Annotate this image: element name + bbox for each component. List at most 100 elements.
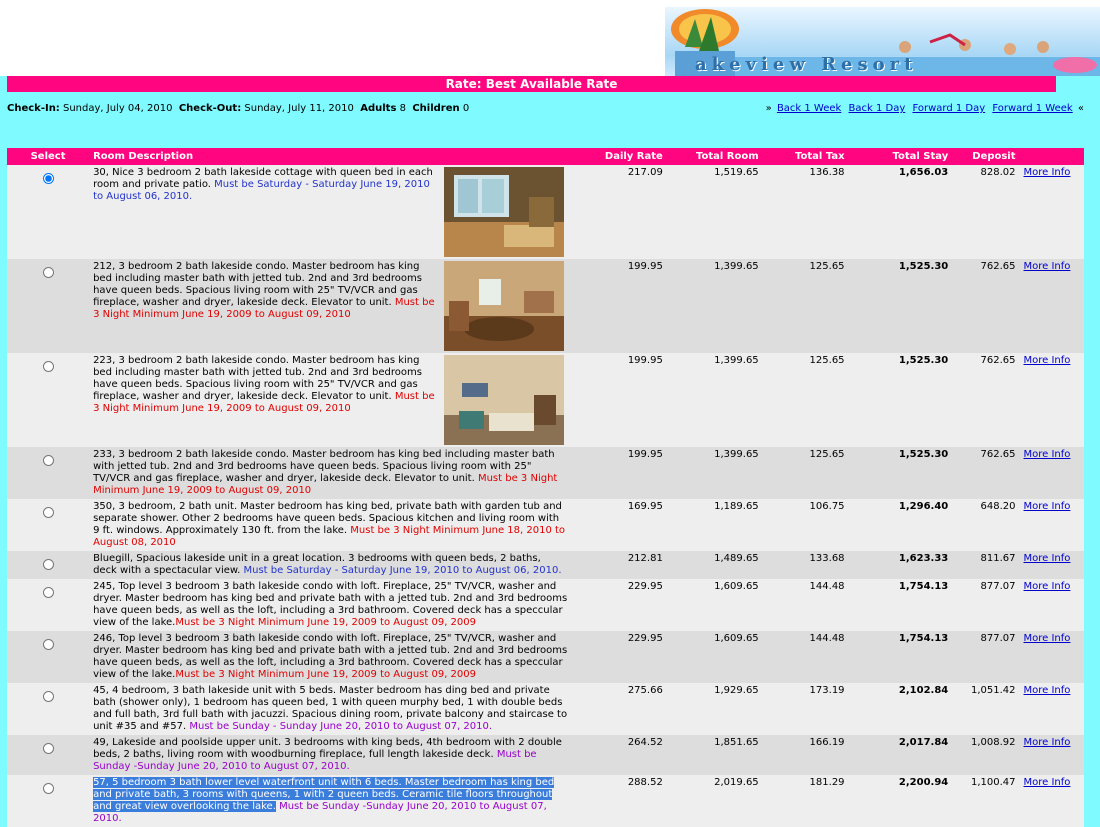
more-info-cell: More Info <box>1019 683 1084 735</box>
more-info-link[interactable]: More Info <box>1024 685 1071 696</box>
room-description-cell: 233, 3 bedroom 2 bath lakeside condo. Ma… <box>89 447 572 499</box>
total-tax: 125.65 <box>762 259 849 353</box>
col-total-stay: Total Stay <box>848 148 953 165</box>
more-info-link[interactable]: More Info <box>1024 553 1071 564</box>
daily-rate: 212.81 <box>571 551 667 579</box>
total-tax: 133.68 <box>762 551 849 579</box>
deposit: 828.02 <box>952 165 1020 259</box>
room-photo-image <box>443 167 564 257</box>
more-info-link[interactable]: More Info <box>1024 581 1071 592</box>
adults-label: Adults <box>360 103 397 114</box>
children-value: 0 <box>462 103 470 114</box>
checkin-label: Check-In: <box>7 103 60 114</box>
total-room: 1,489.65 <box>666 551 763 579</box>
daily-rate: 199.95 <box>571 353 667 447</box>
select-cell <box>7 683 90 735</box>
more-info-link[interactable]: More Info <box>1024 355 1071 366</box>
total-stay: 1,525.30 <box>848 353 953 447</box>
deposit: 762.65 <box>952 447 1020 499</box>
room-restriction-note: Must be 3 Night Minimum June 19, 2009 to… <box>175 669 477 680</box>
more-info-cell: More Info <box>1019 259 1084 353</box>
room-photo-image <box>443 261 564 351</box>
room-select-radio[interactable] <box>42 361 54 372</box>
daily-rate: 199.95 <box>571 259 667 353</box>
total-stay: 1,623.33 <box>848 551 953 579</box>
col-daily-rate: Daily Rate <box>571 148 667 165</box>
more-info-link[interactable]: More Info <box>1024 261 1071 272</box>
col-total-tax: Total Tax <box>762 148 849 165</box>
daily-rate: 199.95 <box>571 447 667 499</box>
daily-rate: 229.95 <box>571 631 667 683</box>
room-select-radio[interactable] <box>42 559 54 570</box>
nav-suffix: « <box>1077 103 1084 114</box>
room-select-radio[interactable] <box>42 691 54 702</box>
room-description: 212, 3 bedroom 2 bath lakeside condo. Ma… <box>93 261 422 308</box>
more-info-cell: More Info <box>1019 631 1084 683</box>
total-room: 1,189.65 <box>666 499 763 551</box>
total-tax: 166.19 <box>762 735 849 775</box>
total-room: 1,399.65 <box>666 447 763 499</box>
room-description-cell: 350, 3 bedroom, 2 bath unit. Master bedr… <box>89 499 572 551</box>
select-cell <box>7 353 90 447</box>
total-stay: 1,296.40 <box>848 499 953 551</box>
deposit: 1,051.42 <box>952 683 1020 735</box>
forward-1-day-link[interactable]: Forward 1 Day <box>912 103 985 114</box>
back-1-week-link[interactable]: Back 1 Week <box>777 103 841 114</box>
room-select-radio[interactable] <box>42 639 54 650</box>
back-1-day-link[interactable]: Back 1 Day <box>849 103 906 114</box>
room-select-radio[interactable] <box>42 173 54 184</box>
more-info-link[interactable]: More Info <box>1024 633 1071 644</box>
stay-info: Check-In: Sunday, July 04, 2010 Check-Ou… <box>7 103 469 114</box>
room-select-radio[interactable] <box>42 783 54 794</box>
room-restriction-note: Must be 3 Night Minimum June 19, 2009 to… <box>175 617 477 628</box>
table-row: 350, 3 bedroom, 2 bath unit. Master bedr… <box>7 499 1084 551</box>
total-room: 1,399.65 <box>666 259 763 353</box>
room-photo <box>443 355 564 445</box>
total-room: 1,609.65 <box>666 631 763 683</box>
more-info-link[interactable]: More Info <box>1024 777 1071 788</box>
total-stay: 1,525.30 <box>848 447 953 499</box>
room-restriction-note: Must be Sunday - Sunday June 20, 2010 to… <box>189 721 493 732</box>
deposit: 762.65 <box>952 259 1020 353</box>
total-stay: 2,017.84 <box>848 735 953 775</box>
more-info-link[interactable]: More Info <box>1024 167 1071 178</box>
select-cell <box>7 631 90 683</box>
more-info-link[interactable]: More Info <box>1024 449 1071 460</box>
col-select: Select <box>7 148 90 165</box>
nav-prefix: » <box>765 103 772 114</box>
room-photo-image <box>443 355 564 445</box>
daily-rate: 229.95 <box>571 579 667 631</box>
daily-rate: 217.09 <box>571 165 667 259</box>
more-info-link[interactable]: More Info <box>1024 501 1071 512</box>
room-select-radio[interactable] <box>42 267 54 278</box>
more-info-cell: More Info <box>1019 735 1084 775</box>
col-room-description: Room Description <box>89 148 572 165</box>
total-room: 1,519.65 <box>666 165 763 259</box>
room-photo-cell <box>439 353 572 447</box>
room-photo-cell <box>439 165 572 259</box>
room-select-radio[interactable] <box>42 455 54 466</box>
room-select-radio[interactable] <box>42 743 54 754</box>
more-info-cell: More Info <box>1019 551 1084 579</box>
select-cell <box>7 165 90 259</box>
room-description-cell: 30, Nice 3 bedroom 2 bath lakeside cotta… <box>89 165 440 259</box>
total-room: 1,929.65 <box>666 683 763 735</box>
forward-1-week-link[interactable]: Forward 1 Week <box>992 103 1072 114</box>
select-cell <box>7 579 90 631</box>
total-tax: 125.65 <box>762 353 849 447</box>
room-description: 223, 3 bedroom 2 bath lakeside condo. Ma… <box>93 355 422 402</box>
lakeview-resort-banner: akeview Resort <box>665 7 1100 76</box>
col-deposit: Deposit <box>952 148 1020 165</box>
rates-table: Select Room Description Daily Rate Total… <box>7 148 1084 827</box>
total-stay: 1,656.03 <box>848 165 953 259</box>
room-photo <box>443 261 564 351</box>
room-select-radio[interactable] <box>42 587 54 598</box>
room-select-radio[interactable] <box>42 507 54 518</box>
select-cell <box>7 551 90 579</box>
daily-rate: 275.66 <box>571 683 667 735</box>
total-tax: 125.65 <box>762 447 849 499</box>
room-photo-cell <box>439 259 572 353</box>
total-tax: 136.38 <box>762 165 849 259</box>
more-info-link[interactable]: More Info <box>1024 737 1071 748</box>
deposit: 877.07 <box>952 579 1020 631</box>
